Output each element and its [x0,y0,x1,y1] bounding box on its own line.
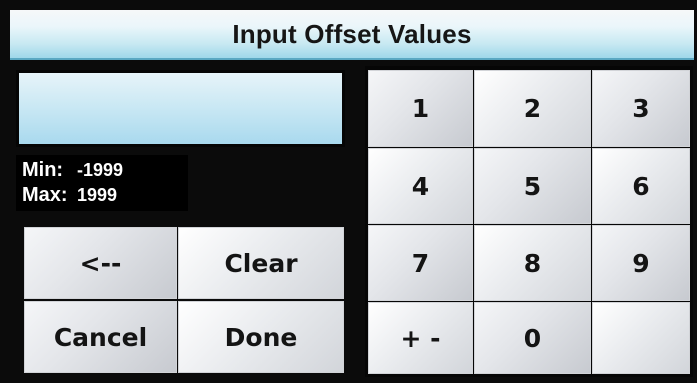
key-9[interactable]: 9 [592,225,690,301]
cancel-button[interactable]: Cancel [24,301,177,373]
action-button-panel: <-- Clear Cancel Done [24,227,344,373]
sign-toggle-key[interactable]: + - [368,302,473,374]
max-value: 1999 [77,184,118,205]
key-1-label: 1 [411,94,430,123]
blank-key[interactable] [592,302,690,374]
max-limit-row: Max: 1999 [22,183,117,207]
value-display-field[interactable] [16,70,345,147]
key-0-label: 0 [523,323,542,353]
key-2[interactable]: 2 [474,70,591,147]
dialog-title-bar: Input Offset Values [10,10,694,60]
key-8-label: 8 [523,248,542,278]
key-3-label: 3 [632,94,650,123]
min-label: Min: [22,158,64,181]
key-3[interactable]: 3 [592,70,690,147]
limits-panel: Min: -1999 Max: 1999 [16,155,188,211]
sign-toggle-label: + - [400,323,441,353]
max-label: Max: [22,183,68,206]
key-9-label: 9 [632,248,650,278]
key-4[interactable]: 4 [368,148,473,224]
key-5-label: 5 [523,171,542,201]
key-0[interactable]: 0 [474,302,591,374]
dialog-title: Input Offset Values [232,18,472,49]
clear-label: Clear [224,248,298,278]
min-value: -1999 [77,159,124,180]
cancel-label: Cancel [53,322,148,352]
backspace-label: <-- [79,248,122,278]
key-5[interactable]: 5 [474,148,591,224]
key-8[interactable]: 8 [474,225,591,301]
numeric-keypad: 1 2 3 4 5 6 7 8 9 + - 0 [365,66,693,377]
backspace-button[interactable]: <-- [24,227,177,299]
key-6-label: 6 [632,171,650,201]
key-1[interactable]: 1 [368,70,473,147]
key-7[interactable]: 7 [368,225,473,301]
min-limit-row: Min: -1999 [22,158,123,182]
key-7-label: 7 [411,248,430,278]
key-6[interactable]: 6 [592,148,690,224]
key-2-label: 2 [523,94,542,123]
done-label: Done [224,322,298,352]
done-button[interactable]: Done [178,301,344,373]
clear-button[interactable]: Clear [178,227,344,299]
key-4-label: 4 [411,171,430,201]
